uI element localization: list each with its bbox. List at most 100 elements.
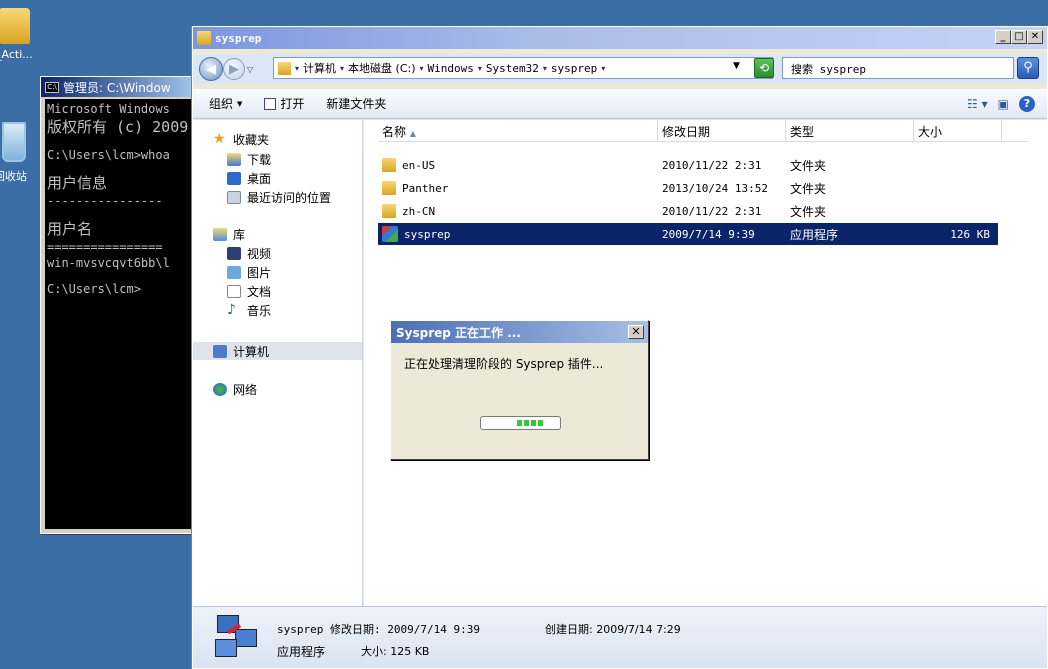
folder-icon bbox=[382, 158, 396, 172]
back-button[interactable]: ◀ bbox=[199, 57, 223, 81]
nav-label: 图片 bbox=[247, 265, 272, 280]
cmd-console[interactable]: Microsoft Windows 版权所有 (c) 2009 C:\Users… bbox=[45, 99, 199, 529]
progress-bar bbox=[480, 416, 561, 430]
breadcrumb-computer[interactable]: 计算机 bbox=[303, 60, 336, 76]
chevron-down-icon[interactable]: ▾ bbox=[478, 64, 482, 73]
column-label: 名称 bbox=[382, 125, 407, 139]
details-size: 大小: 125 KB bbox=[361, 645, 430, 658]
file-modified: 2013/10/24 13:52 bbox=[662, 181, 768, 195]
file-size: 126 KB bbox=[950, 227, 990, 241]
nav-computer[interactable]: 计算机 bbox=[193, 342, 362, 360]
column-header-modified[interactable]: 修改日期 bbox=[658, 120, 786, 141]
desktop-folder-label: _Acti... bbox=[0, 48, 33, 61]
column-headers: 名称 ▲ 修改日期 类型 大小 bbox=[378, 120, 1028, 142]
nav-music[interactable]: ♪ 音乐 bbox=[193, 301, 362, 319]
open-button[interactable]: 打开 bbox=[264, 95, 304, 112]
sysprep-dialog[interactable]: Sysprep 正在工作 ... ✕ 正在处理清理阶段的 Sysprep 插件.… bbox=[390, 320, 649, 460]
file-modified: 2010/11/22 2:31 bbox=[662, 204, 762, 218]
breadcrumb-system32[interactable]: System32 bbox=[486, 62, 539, 75]
file-modified: 2009/7/14 9:39 bbox=[662, 227, 755, 241]
nav-label: 音乐 bbox=[247, 303, 272, 318]
nav-pictures[interactable]: 图片 bbox=[193, 263, 362, 281]
nav-favorites[interactable]: ★ 收藏夹 bbox=[193, 130, 362, 148]
folder-icon bbox=[197, 31, 211, 45]
nav-downloads[interactable]: 下载 bbox=[193, 150, 362, 168]
details-created: 创建日期: 2009/7/14 7:29 bbox=[545, 623, 681, 636]
sort-ascending-icon: ▲ bbox=[409, 129, 416, 138]
file-name: zh-CN bbox=[402, 204, 436, 218]
maximize-button[interactable]: □ bbox=[1011, 30, 1027, 44]
new-folder-label: 新建文件夹 bbox=[326, 97, 387, 111]
dialog-title: Sysprep 正在工作 ... bbox=[396, 325, 521, 340]
file-name: sysprep bbox=[404, 227, 451, 241]
explorer-title-bar[interactable]: sysprep _ □ ✕ bbox=[193, 27, 1047, 49]
file-row[interactable]: sysprep 2009/7/14 9:39 应用程序 126 KB bbox=[378, 223, 998, 245]
console-line: 用户信息 bbox=[47, 174, 108, 192]
nav-label: 最近访问的位置 bbox=[247, 190, 332, 205]
nav-label: 网络 bbox=[233, 382, 258, 397]
close-button[interactable]: ✕ bbox=[1027, 30, 1043, 44]
cmd-window[interactable]: C:\ 管理员: C:\Window Microsoft Windows 版权所… bbox=[40, 76, 200, 534]
details-type: 应用程序 bbox=[277, 645, 326, 659]
search-icon: ⚲ bbox=[1023, 60, 1033, 75]
chevron-down-icon[interactable]: ▾ bbox=[420, 64, 424, 73]
nav-libraries[interactable]: 库 bbox=[193, 225, 362, 243]
new-folder-button[interactable]: 新建文件夹 bbox=[326, 95, 386, 112]
forward-button[interactable]: ▶ bbox=[223, 58, 245, 80]
chevron-down-icon[interactable]: ▾ bbox=[601, 64, 605, 73]
address-history-dropdown[interactable]: ▼ bbox=[733, 61, 740, 71]
console-line: Microsoft Windows bbox=[47, 102, 170, 116]
preview-pane-icon[interactable]: ▣ bbox=[998, 97, 1009, 111]
console-line: C:\Users\lcm> bbox=[47, 282, 141, 296]
nav-desktop[interactable]: 桌面 bbox=[193, 169, 362, 187]
command-bar: 组织 ▼ 打开 新建文件夹 ☷ ▾ ▣ ? bbox=[193, 89, 1047, 119]
minimize-button[interactable]: _ bbox=[995, 30, 1011, 44]
file-type: 文件夹 bbox=[790, 204, 827, 219]
search-button[interactable]: ⚲ bbox=[1017, 57, 1039, 79]
chevron-down-icon[interactable]: ▾ bbox=[543, 64, 547, 73]
details-name-modified: sysprep 修改日期: 2009/7/14 9:39 bbox=[277, 623, 480, 636]
recent-places-icon bbox=[227, 190, 241, 204]
open-icon bbox=[264, 97, 277, 110]
console-line: 版权所有 (c) 2009 bbox=[47, 118, 189, 136]
star-icon: ★ bbox=[213, 130, 226, 147]
chevron-down-icon[interactable]: ▾ bbox=[295, 64, 299, 73]
refresh-button[interactable]: ⟲ bbox=[754, 58, 774, 78]
nav-videos[interactable]: 视频 bbox=[193, 244, 362, 262]
breadcrumb-windows[interactable]: Windows bbox=[428, 62, 474, 75]
organize-button[interactable]: 组织 ▼ bbox=[209, 95, 242, 112]
folder-icon bbox=[0, 8, 30, 44]
dialog-close-button[interactable]: ✕ bbox=[628, 325, 644, 339]
nav-documents[interactable]: 文档 bbox=[193, 282, 362, 300]
folder-icon bbox=[278, 61, 291, 75]
search-input[interactable]: 搜索 sysprep bbox=[782, 57, 1014, 79]
nav-label: 桌面 bbox=[247, 171, 272, 186]
file-row[interactable]: en-US 2010/11/22 2:31 文件夹 bbox=[378, 154, 998, 176]
chevron-down-icon[interactable]: ▾ bbox=[340, 64, 344, 73]
library-icon bbox=[213, 227, 227, 241]
column-header-type[interactable]: 类型 bbox=[786, 120, 914, 141]
cmd-title-bar[interactable]: C:\ 管理员: C:\Window bbox=[41, 77, 199, 97]
nav-label: 视频 bbox=[247, 246, 272, 261]
desktop-folder-icon[interactable]: _Acti... bbox=[0, 8, 52, 61]
nav-recent-places[interactable]: 最近访问的位置 bbox=[193, 188, 362, 206]
console-line: 用户名 bbox=[47, 220, 93, 238]
dialog-title-bar[interactable]: Sysprep 正在工作 ... bbox=[391, 321, 648, 343]
column-header-name[interactable]: 名称 ▲ bbox=[378, 120, 658, 141]
breadcrumb-local-disk[interactable]: 本地磁盘 (C:) bbox=[348, 60, 415, 76]
file-row[interactable]: zh-CN 2010/11/22 2:31 文件夹 bbox=[378, 200, 998, 222]
help-icon[interactable]: ? bbox=[1019, 96, 1035, 112]
breadcrumb-sysprep[interactable]: sysprep bbox=[551, 62, 597, 75]
recent-pages-dropdown[interactable]: ▽ bbox=[247, 65, 257, 74]
address-bar[interactable]: ▾ 计算机 ▾ 本地磁盘 (C:) ▾ Windows ▾ System32 ▾… bbox=[273, 57, 773, 79]
file-type: 文件夹 bbox=[790, 181, 827, 196]
application-icon bbox=[382, 226, 398, 242]
recycle-bin-icon bbox=[2, 122, 26, 162]
file-type: 应用程序 bbox=[790, 227, 839, 242]
desktop-icon bbox=[227, 171, 241, 185]
view-options-icon[interactable]: ☷ ▾ bbox=[967, 97, 988, 111]
column-header-size[interactable]: 大小 bbox=[914, 120, 1002, 141]
file-row[interactable]: Panther 2013/10/24 13:52 文件夹 bbox=[378, 177, 998, 199]
nav-network[interactable]: 网络 bbox=[193, 380, 362, 398]
